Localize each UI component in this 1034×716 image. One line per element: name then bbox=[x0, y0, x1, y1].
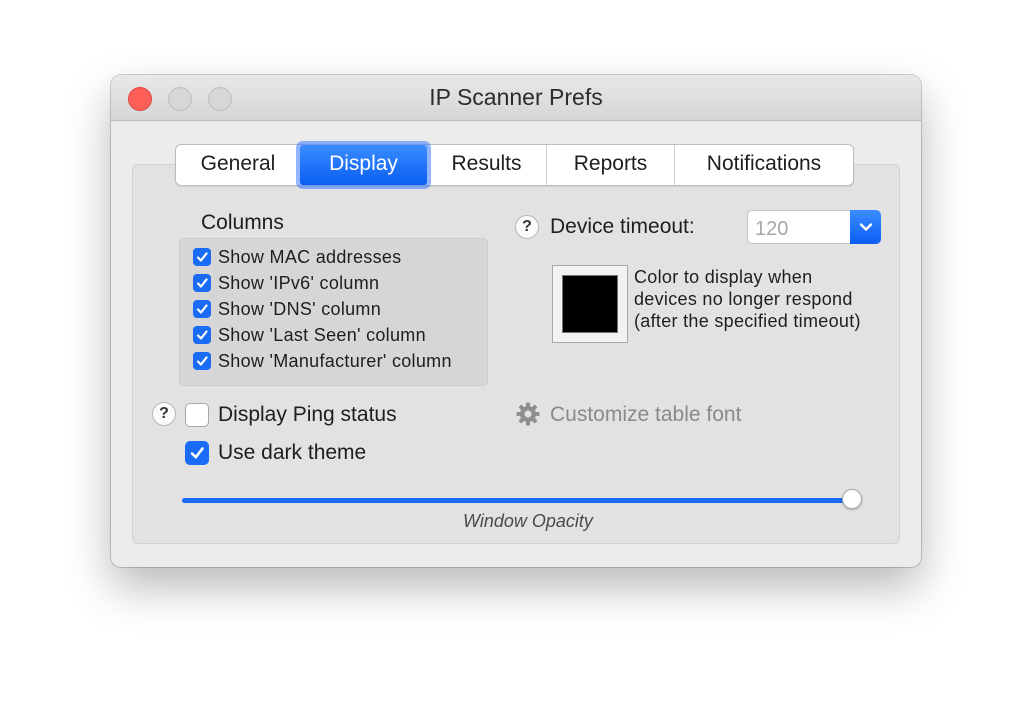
slider-fill bbox=[182, 498, 852, 503]
checkmark-icon bbox=[193, 300, 211, 318]
tab-display[interactable]: Display bbox=[300, 145, 427, 185]
ping-help-button[interactable]: ? bbox=[152, 402, 176, 426]
tab-general[interactable]: General bbox=[176, 145, 300, 185]
checkmark-icon bbox=[193, 352, 211, 370]
device-timeout-combobox[interactable]: 120 bbox=[747, 210, 881, 244]
show-mac-checkbox[interactable]: Show MAC addresses bbox=[193, 246, 401, 268]
gear-icon[interactable] bbox=[515, 401, 541, 427]
show-manufacturer-label: Show 'Manufacturer' column bbox=[218, 350, 452, 371]
checkmark-icon bbox=[185, 441, 209, 465]
columns-group: Show MAC addresses Show 'IPv6' column Sh… bbox=[179, 238, 488, 386]
show-ipv6-label: Show 'IPv6' column bbox=[218, 272, 380, 293]
show-manufacturer-checkbox[interactable]: Show 'Manufacturer' column bbox=[193, 350, 452, 372]
title-bar[interactable]: IP Scanner Prefs bbox=[111, 75, 921, 121]
checkbox-box bbox=[185, 403, 209, 427]
window-title: IP Scanner Prefs bbox=[429, 84, 603, 110]
window-opacity-slider[interactable] bbox=[182, 489, 862, 509]
checkmark-icon bbox=[193, 248, 211, 266]
tab-bar: General Display Results Reports Notifica… bbox=[175, 144, 854, 186]
color-desc-line: (after the specified timeout) bbox=[634, 311, 861, 331]
display-ping-checkbox[interactable]: Display Ping status bbox=[185, 403, 397, 427]
display-ping-label: Display Ping status bbox=[218, 403, 397, 426]
dark-theme-checkbox[interactable]: Use dark theme bbox=[185, 441, 366, 465]
show-mac-label: Show MAC addresses bbox=[218, 246, 402, 267]
show-dns-checkbox[interactable]: Show 'DNS' column bbox=[193, 298, 381, 320]
tab-results[interactable]: Results bbox=[427, 145, 546, 185]
checkmark-icon bbox=[193, 274, 211, 292]
dark-theme-label: Use dark theme bbox=[218, 441, 367, 464]
color-desc-line: devices no longer respond bbox=[634, 289, 853, 309]
checkmark-icon bbox=[193, 326, 211, 344]
tab-reports[interactable]: Reports bbox=[546, 145, 674, 185]
show-dns-label: Show 'DNS' column bbox=[218, 298, 382, 319]
device-timeout-value[interactable]: 120 bbox=[755, 218, 788, 241]
columns-heading: Columns bbox=[201, 211, 284, 234]
chevron-down-icon[interactable] bbox=[850, 210, 881, 244]
timeout-help-button[interactable]: ? bbox=[515, 215, 539, 239]
window-opacity-label: Window Opacity bbox=[463, 511, 593, 531]
color-description: Color to display when devices no longer … bbox=[634, 266, 861, 332]
color-swatch bbox=[562, 275, 618, 333]
customize-table-font-button[interactable]: Customize table font bbox=[550, 403, 741, 427]
prefs-window: IP Scanner Prefs General Display Results… bbox=[111, 75, 921, 567]
slider-knob[interactable] bbox=[842, 489, 862, 509]
device-timeout-label: Device timeout: bbox=[550, 215, 695, 238]
color-well[interactable] bbox=[552, 265, 628, 343]
color-desc-line: Color to display when bbox=[634, 267, 813, 287]
show-ipv6-checkbox[interactable]: Show 'IPv6' column bbox=[193, 272, 379, 294]
tab-notifications[interactable]: Notifications bbox=[674, 145, 853, 185]
show-last-seen-checkbox[interactable]: Show 'Last Seen' column bbox=[193, 324, 426, 346]
show-last-seen-label: Show 'Last Seen' column bbox=[218, 324, 426, 345]
